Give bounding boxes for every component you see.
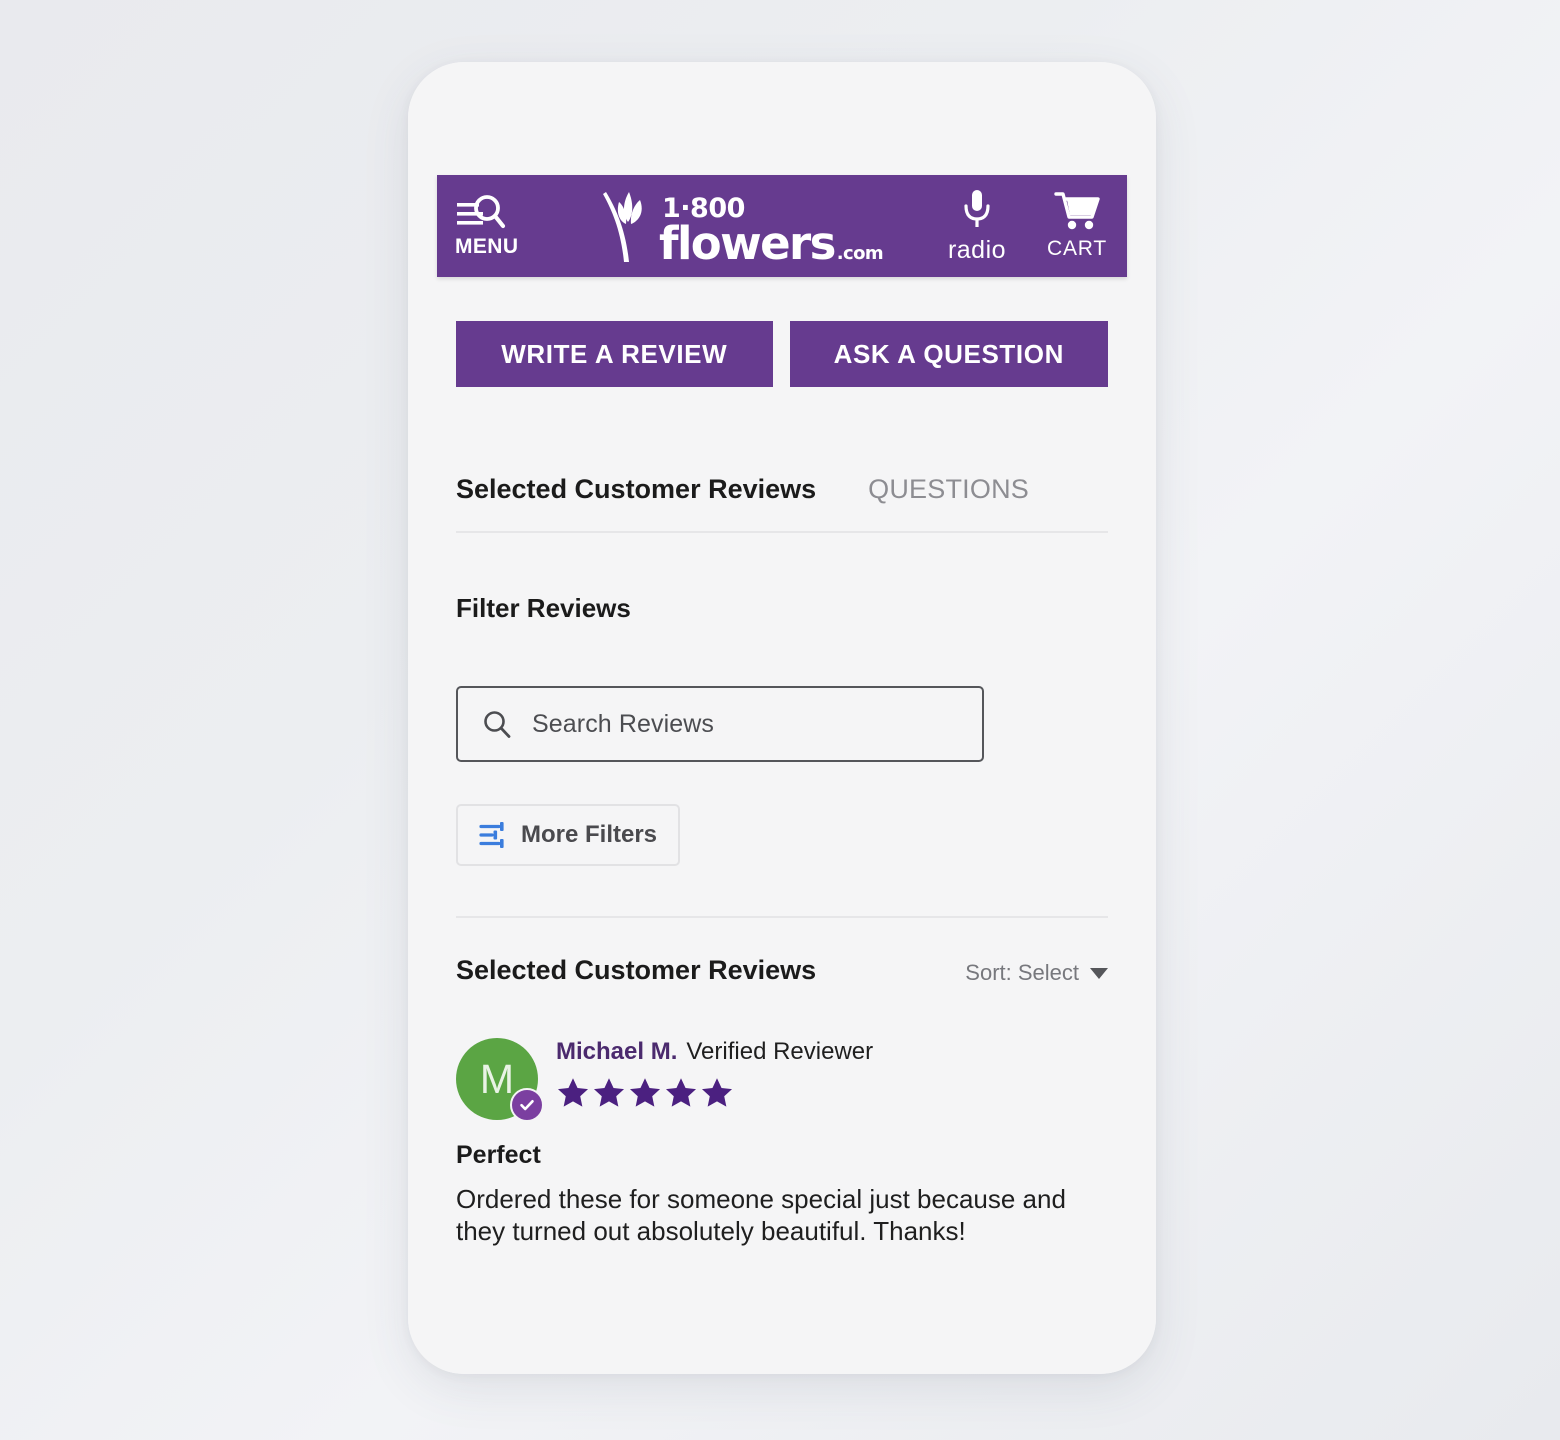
avatar: M xyxy=(456,1038,544,1122)
tab-bar: Selected Customer Reviews QUESTIONS xyxy=(456,474,1108,533)
verified-reviewer-label: Verified Reviewer xyxy=(686,1038,874,1065)
ask-a-question-button[interactable]: ASK A QUESTION xyxy=(789,321,1108,387)
site-logo[interactable]: 1·800 flowers .com xyxy=(555,188,927,270)
section-divider xyxy=(456,916,1108,918)
flower-tulip-icon xyxy=(602,192,642,262)
sort-dropdown[interactable]: Sort: Select xyxy=(965,960,1108,986)
star-icon xyxy=(593,1078,625,1107)
review-title: Perfect xyxy=(456,1141,541,1169)
reviewer-name: Michael M. xyxy=(556,1038,678,1065)
logo-name-text: flowers xyxy=(658,216,836,270)
tab-questions[interactable]: QUESTIONS xyxy=(868,474,1029,505)
cart-label: CART xyxy=(1047,237,1107,260)
reviews-section-title: Selected Customer Reviews xyxy=(456,954,817,985)
page-content: WRITE A REVIEW ASK A QUESTION Selected C… xyxy=(408,277,1156,1248)
cta-row: WRITE A REVIEW ASK A QUESTION xyxy=(456,321,1108,387)
review-item: M Michael M. Verified Reviewer Perfect O… xyxy=(456,1036,1108,1248)
tune-sliders-icon xyxy=(479,822,504,848)
tab-selected-customer-reviews[interactable]: Selected Customer Reviews xyxy=(456,474,816,505)
check-circle-icon xyxy=(520,1100,534,1111)
phone-frame: MENU 1·800 flowers .com radio CART WRITE… xyxy=(408,62,1156,1374)
search-icon xyxy=(484,711,511,738)
reviews-section-header: Selected Customer Reviews Sort: Select xyxy=(456,954,1108,986)
menu-label: MENU xyxy=(455,235,519,258)
site-header: MENU 1·800 flowers .com radio CART xyxy=(437,175,1127,277)
phone-screen: MENU 1·800 flowers .com radio CART WRITE… xyxy=(408,62,1156,1374)
sort-label: Sort: Select xyxy=(965,960,1079,985)
verified-badge xyxy=(510,1088,544,1122)
star-icon xyxy=(665,1078,697,1107)
star-rating xyxy=(556,1076,873,1110)
review-meta: Michael M. Verified Reviewer xyxy=(556,1036,873,1110)
star-icon xyxy=(629,1078,661,1107)
star-icon xyxy=(701,1078,733,1107)
radio-button[interactable]: radio xyxy=(927,188,1027,265)
radio-label: radio xyxy=(947,235,1007,264)
filter-reviews-heading: Filter Reviews xyxy=(456,593,631,623)
review-body: Ordered these for someone special just b… xyxy=(456,1184,1066,1246)
write-a-review-button[interactable]: WRITE A REVIEW xyxy=(456,321,773,387)
review-header: M Michael M. Verified Reviewer xyxy=(456,1036,1108,1122)
shopping-cart-icon xyxy=(1054,192,1100,230)
more-filters-label: More Filters xyxy=(520,821,658,848)
logo-tld-text: .com xyxy=(836,242,884,264)
menu-button[interactable]: MENU xyxy=(437,193,555,259)
search-placeholder-text: Search Reviews xyxy=(532,709,715,738)
menu-search-icon xyxy=(457,195,506,229)
more-filters-button[interactable]: More Filters xyxy=(456,804,680,866)
cart-button[interactable]: CART xyxy=(1027,191,1127,261)
microphone-icon xyxy=(964,189,990,227)
star-icon xyxy=(557,1078,589,1107)
search-reviews-input[interactable]: Search Reviews xyxy=(456,686,984,762)
chevron-down-icon xyxy=(1090,967,1108,979)
